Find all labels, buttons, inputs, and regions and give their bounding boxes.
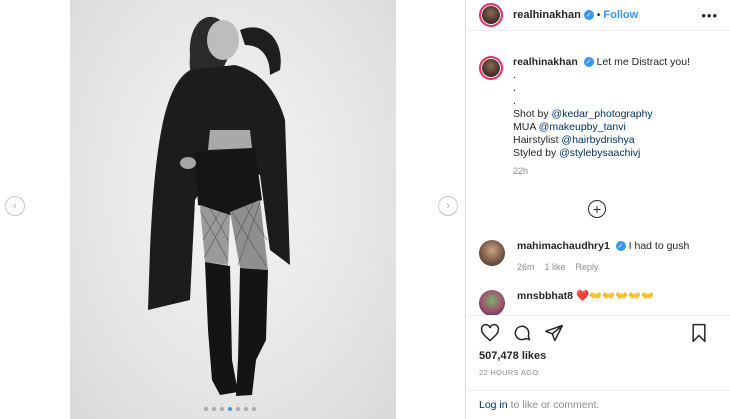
caption-first-line: Let me Distract you!: [596, 56, 690, 68]
post-side-panel: realhinakhan ✓ • Follow ••• realhinakhan…: [467, 0, 730, 419]
posted-time[interactable]: 22 HOURS AGO: [467, 368, 730, 377]
carousel-dot: [244, 407, 248, 411]
like-button[interactable]: [479, 322, 501, 344]
verified-badge-icon: ✓: [615, 241, 626, 252]
post-media-area: ‹ ›: [0, 0, 466, 419]
caption-dot-line: .: [513, 95, 516, 107]
login-link[interactable]: Log in: [479, 399, 508, 411]
heart-icon: [480, 323, 500, 342]
plus-circle-icon: +: [592, 201, 602, 217]
action-bar: [467, 316, 730, 350]
likes-count[interactable]: 507,478 likes: [467, 350, 730, 362]
follow-button[interactable]: Follow: [603, 9, 638, 21]
carousel-next-button[interactable]: ›: [438, 196, 458, 216]
commenter-username[interactable]: mahimachaudhry1: [517, 240, 610, 252]
caption-dot-line: .: [513, 82, 516, 94]
credit-hair: Hairstylist @hairbydrishya: [513, 134, 635, 146]
commenter-avatar[interactable]: [479, 290, 505, 316]
credit-makeup: MUA @makeupby_tanvi: [513, 121, 626, 133]
caption-author-avatar[interactable]: [479, 56, 503, 80]
post-photo[interactable]: [70, 0, 396, 419]
mention-link[interactable]: @stylebysaachivj: [559, 147, 640, 159]
comment-time[interactable]: 26m: [517, 261, 535, 274]
post-caption: realhinakhan ✓ Let me Distract you! . . …: [479, 56, 724, 176]
share-button[interactable]: [543, 322, 565, 344]
comment-icon: [514, 325, 531, 341]
credit-photographer: Shot by @kedar_photography: [513, 108, 653, 120]
author-avatar[interactable]: [479, 3, 503, 27]
carousel-prev-button[interactable]: ‹: [5, 196, 25, 216]
commenter-username[interactable]: mnsbbhat8: [517, 290, 573, 302]
commenter-avatar[interactable]: [479, 240, 505, 266]
verified-badge-icon: ✓: [583, 57, 594, 68]
author-username[interactable]: realhinakhan: [513, 9, 581, 21]
model-figure-image: [148, 16, 290, 396]
mention-link[interactable]: @hairbydrishya: [561, 134, 634, 146]
carousel-dot: [228, 407, 232, 411]
chevron-left-icon: ‹: [13, 200, 17, 212]
comment-text: ❤️👐👐👐👐👐: [575, 290, 655, 302]
header-separator: •: [596, 9, 601, 21]
save-button[interactable]: [688, 322, 710, 344]
mention-link[interactable]: @kedar_photography: [552, 108, 653, 120]
caption-dot-line: .: [513, 69, 516, 81]
reply-button[interactable]: Reply: [576, 261, 599, 274]
carousel-dot: [212, 407, 216, 411]
carousel-dot: [236, 407, 240, 411]
caption-timestamp[interactable]: 22h: [513, 166, 724, 176]
carousel-dot: [204, 407, 208, 411]
comment-item: mnsbbhat8 ❤️👐👐👐👐👐: [479, 290, 724, 316]
mention-link[interactable]: @makeupby_tanvi: [539, 121, 626, 133]
carousel-dot: [220, 407, 224, 411]
post-header: realhinakhan ✓ • Follow •••: [467, 0, 730, 31]
bookmark-icon: [692, 323, 706, 343]
comment-meta: 26m 1 like Reply: [517, 261, 689, 274]
share-icon: [544, 324, 564, 342]
login-prompt: Log in to like or comment.: [467, 390, 730, 419]
caption-username[interactable]: realhinakhan: [513, 56, 578, 68]
comment-button[interactable]: [511, 322, 533, 344]
carousel-dot: [252, 407, 256, 411]
post-actions-section: 507,478 likes 22 HOURS AGO: [467, 315, 730, 377]
credit-styling: Styled by @stylebysaachivj: [513, 147, 641, 159]
verified-badge-icon: ✓: [583, 10, 594, 20]
comment-text: I had to gush: [628, 240, 690, 252]
more-options-icon[interactable]: •••: [701, 8, 718, 23]
carousel-dots: [204, 407, 256, 411]
login-prompt-text: to like or comment.: [510, 399, 600, 411]
comment-item: mahimachaudhry1 ✓ I had to gush 26m 1 li…: [479, 240, 724, 274]
chevron-right-icon: ›: [446, 200, 450, 212]
load-more-comments-button[interactable]: +: [588, 200, 606, 218]
comment-likes[interactable]: 1 like: [545, 261, 566, 274]
